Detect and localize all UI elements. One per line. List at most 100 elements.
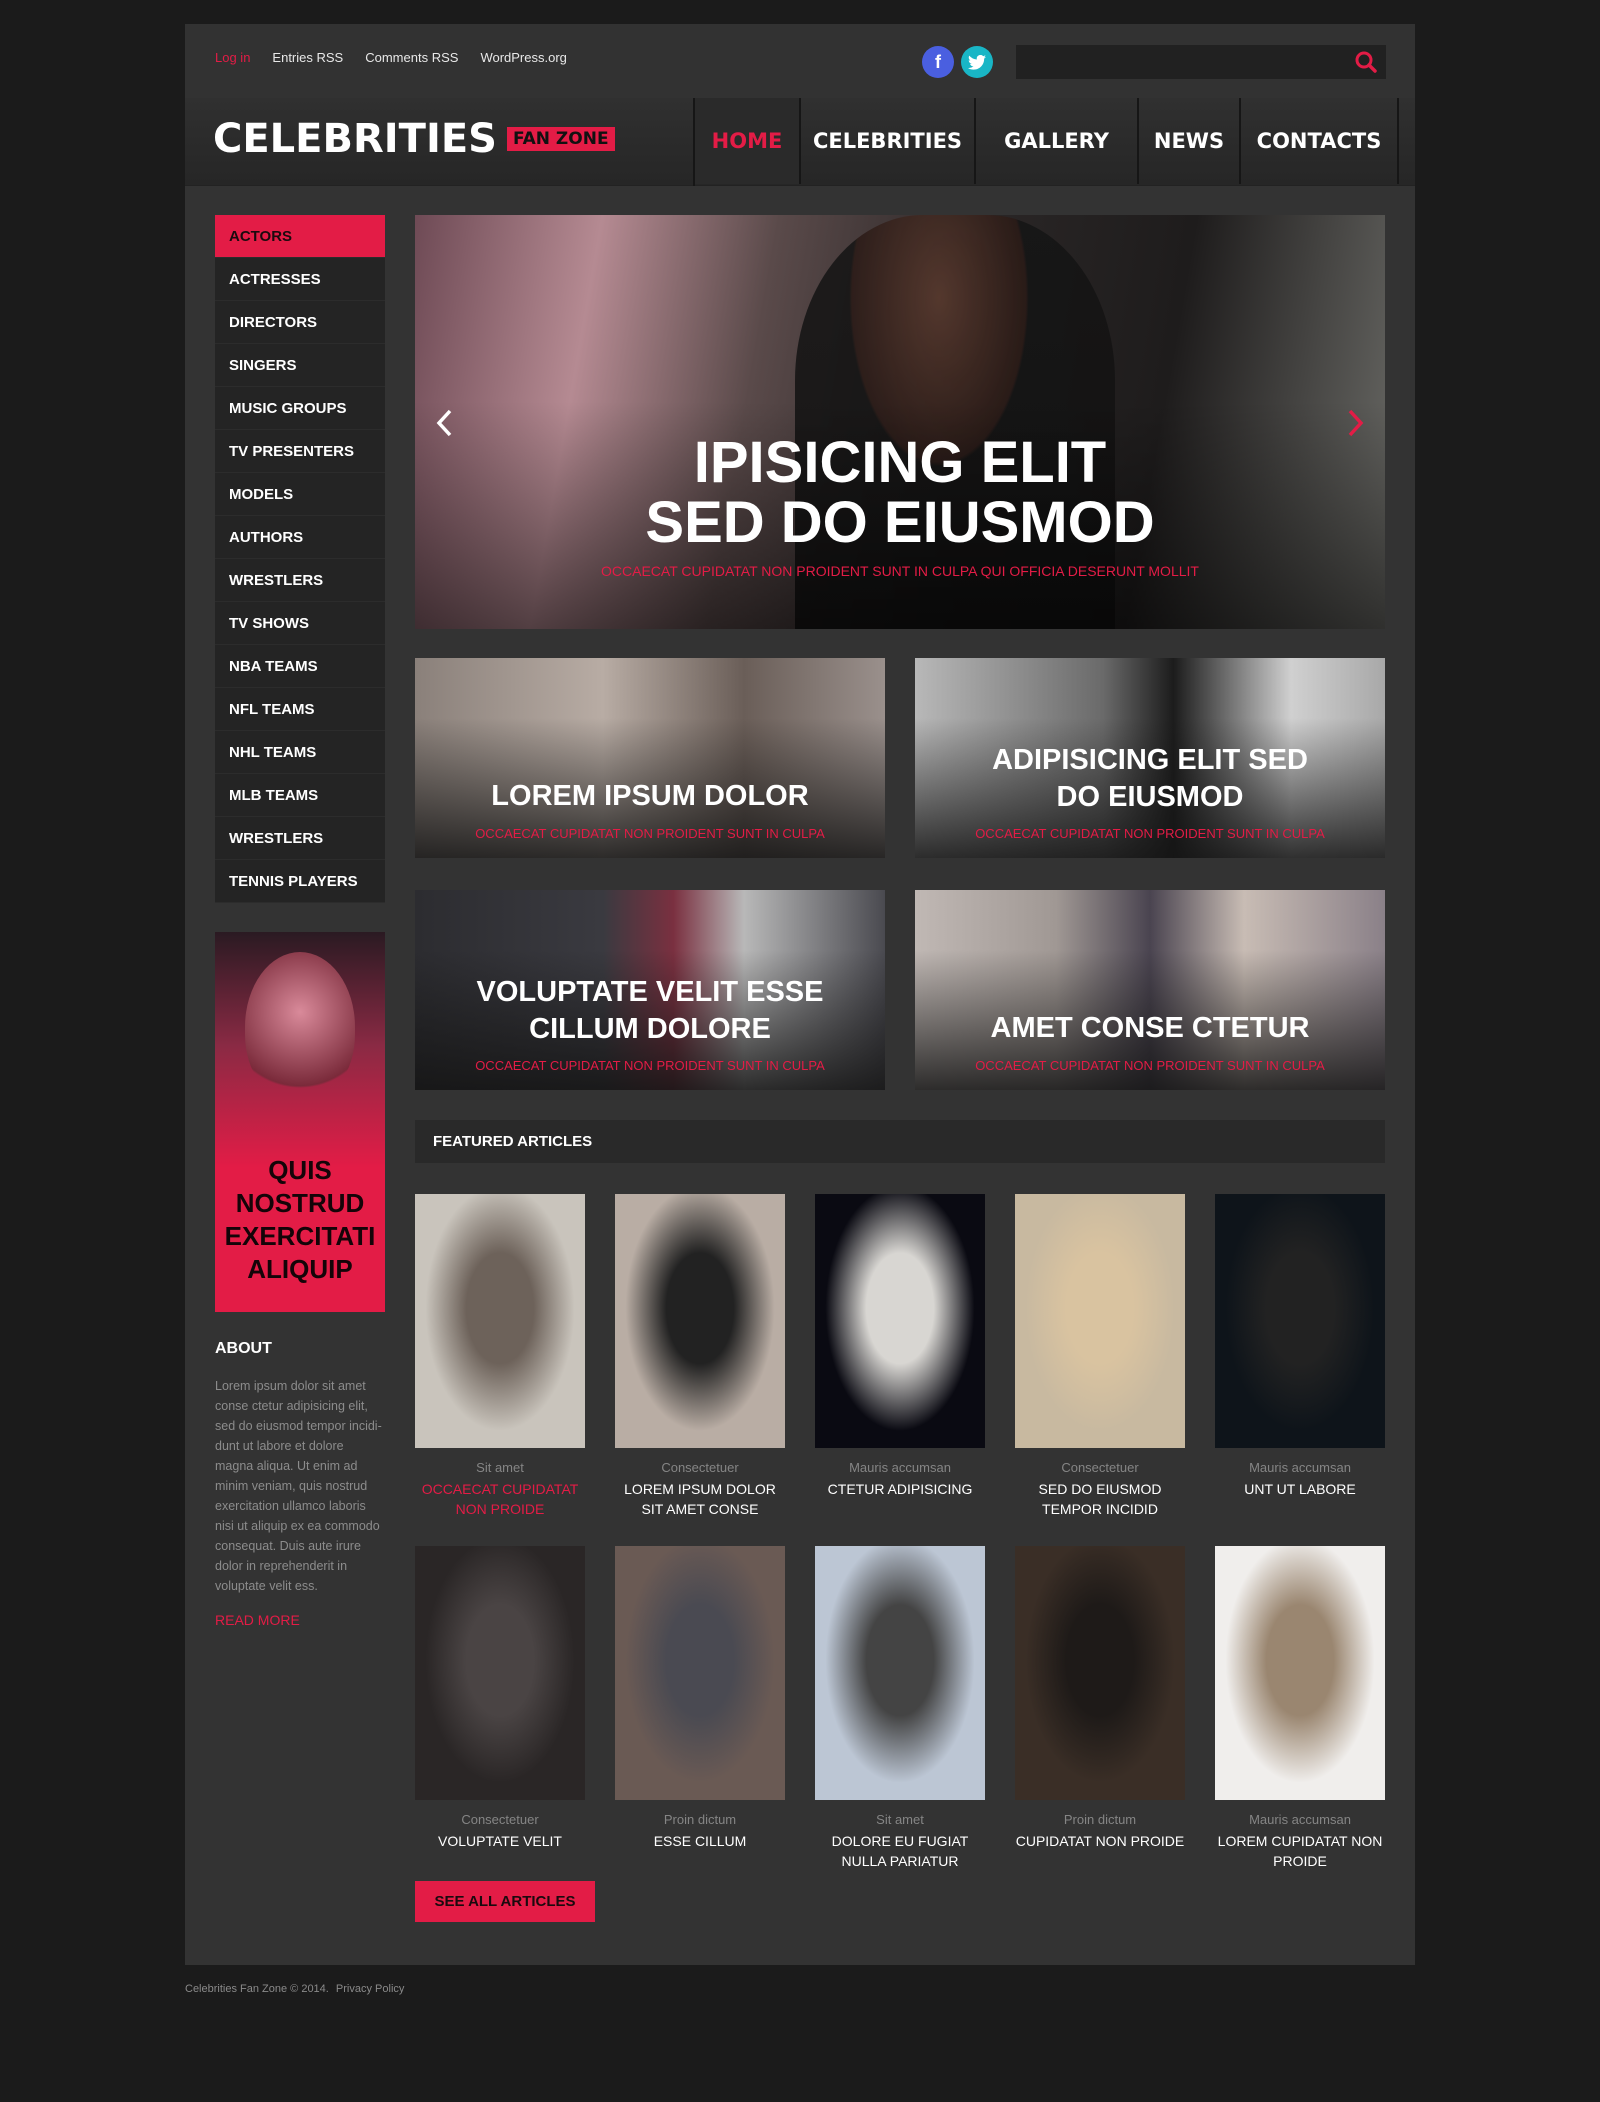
about-heading: ABOUT [215,1340,272,1357]
promo-tile[interactable]: AMET CONSE CTETUR OCCAECAT CUPIDATAT NON… [915,890,1385,1090]
article-meta: Proin dictum [1063,1812,1137,1827]
sidebar-item-directors[interactable]: DIRECTORS [215,301,385,344]
tile-title: ADIPISICING ELIT SED DO EIUSMOD [992,744,1308,813]
article-title[interactable]: VOLUPTATE VELIT [415,1831,585,1851]
search-icon[interactable] [1355,51,1377,73]
privacy-policy-link[interactable]: Privacy Policy [336,1983,404,1995]
article-title[interactable]: ESSE CILLUM [615,1831,785,1851]
about-text: Lorem ipsum dolor sit amet conse ctetur … [215,1379,382,1593]
slider-title-line1: IPISICING ELIT [693,430,1107,495]
sidebar-item-tv-presenters[interactable]: TV PRESENTERS [215,430,385,473]
sidebar-item-tennis-players[interactable]: TENNIS PLAYERS [215,860,385,903]
featured-heading-bar: FEATURED ARTICLES [415,1120,1385,1163]
category-sidebar: ACTORS ACTRESSES DIRECTORS SINGERS MUSIC… [215,215,385,903]
footer: Celebrities Fan Zone © 2014. Privacy Pol… [185,1983,404,1995]
sidebar-item-actresses[interactable]: ACTRESSES [215,258,385,301]
tile-title: LOREM IPSUM DOLOR [491,780,809,812]
main-nav: HOME CELEBRITIES GALLERY NEWS CONTACTS [693,98,1399,186]
see-all-articles-button[interactable]: SEE ALL ARTICLES [415,1881,595,1922]
article-image[interactable] [415,1546,585,1800]
sidebar-item-nhl-teams[interactable]: NHL TEAMS [215,731,385,774]
article-meta: Proin dictum [663,1812,737,1827]
article-meta: Mauris accumsan [849,1460,951,1475]
slider-subtitle: OCCAECAT CUPIDATAT NON PROIDENT SUNT IN … [601,563,1199,579]
facebook-icon[interactable]: f [922,46,954,78]
article-title[interactable]: DOLORE EU FUGIAT NULLA PARIATUR [815,1831,985,1871]
article-image[interactable] [615,1546,785,1800]
entries-rss-link[interactable]: Entries RSS [272,50,343,65]
article-title[interactable]: LOREM IPSUM DOLOR SIT AMET CONSE [615,1479,785,1519]
sidebar-item-wrestlers-2[interactable]: WRESTLERS [215,817,385,860]
article-title[interactable]: LOREM CUPIDATAT NON PROIDE [1215,1831,1385,1871]
article-title[interactable]: CTETUR ADIPISICING [815,1479,985,1499]
article-title[interactable]: SED DO EIUSMOD TEMPOR INCIDID [1015,1479,1185,1519]
article-meta: Consectetuer [1061,1460,1139,1475]
sidebar-item-wrestlers[interactable]: WRESTLERS [215,559,385,602]
promo-tile[interactable]: ADIPISICING ELIT SED DO EIUSMOD OCCAECAT … [915,658,1385,858]
article-card[interactable]: Consectetuer LOREM IPSUM DOLOR SIT AMET C… [615,1194,785,1519]
promo-image [245,952,355,1102]
sidebar-item-nba-teams[interactable]: NBA TEAMS [215,645,385,688]
sidebar-item-models[interactable]: MODELS [215,473,385,516]
article-card[interactable]: Proin dictum ESSE CILLUM [615,1546,785,1851]
logo-title: CELEBRITIES [213,116,497,162]
hero-slider: IPISICING ELIT SED DO EIUSMOD OCCAECAT C… [415,215,1385,629]
article-card[interactable]: Proin dictum CUPIDATAT NON PROIDE [1015,1546,1185,1851]
article-image[interactable] [1215,1546,1385,1800]
nav-news[interactable]: NEWS [1139,98,1241,184]
article-card[interactable]: Mauris accumsan UNT UT LABORE [1215,1194,1385,1499]
article-meta: Sit amet [876,1812,924,1827]
top-bar: Log in Entries RSS Comments RSS WordPres… [185,24,1415,98]
social-links: f [922,46,993,78]
sidebar-item-nfl-teams[interactable]: NFL TEAMS [215,688,385,731]
nav-contacts[interactable]: CONTACTS [1241,98,1399,184]
article-image[interactable] [1015,1194,1185,1448]
tile-subtitle: OCCAECAT CUPIDATAT NON PROIDENT SUNT IN … [975,826,1325,841]
article-meta: Sit amet [476,1460,524,1475]
article-title[interactable]: CUPIDATAT NON PROIDE [1015,1831,1185,1851]
page-container: Log in Entries RSS Comments RSS WordPres… [185,24,1415,1965]
article-card[interactable]: Consectetuer VOLUPTATE VELIT [415,1546,585,1851]
slider-title: IPISICING ELIT SED DO EIUSMOD [415,433,1385,553]
article-card[interactable]: Sit amet OCCAECAT CUPIDATAT NON PROIDE [415,1194,585,1519]
promo-tile[interactable]: LOREM IPSUM DOLOR OCCAECAT CUPIDATAT NON… [415,658,885,858]
article-card[interactable]: Mauris accumsan LOREM CUPIDATAT NON PROID… [1215,1546,1385,1871]
article-image[interactable] [1215,1194,1385,1448]
sidebar-item-singers[interactable]: SINGERS [215,344,385,387]
article-image[interactable] [815,1194,985,1448]
article-card[interactable]: Consectetuer SED DO EIUSMOD TEMPOR INCIDI… [1015,1194,1185,1519]
sidebar-item-music-groups[interactable]: MUSIC GROUPS [215,387,385,430]
login-link[interactable]: Log in [215,50,250,65]
twitter-icon[interactable] [961,46,993,78]
sidebar-item-tv-shows[interactable]: TV SHOWS [215,602,385,645]
footer-copyright: Celebrities Fan Zone © 2014. [185,1983,329,1995]
article-image[interactable] [415,1194,585,1448]
article-card[interactable]: Sit amet DOLORE EU FUGIAT NULLA PARIATUR [815,1546,985,1871]
article-card[interactable]: Mauris accumsan CTETUR ADIPISICING [815,1194,985,1499]
tile-subtitle: OCCAECAT CUPIDATAT NON PROIDENT SUNT IN … [975,1058,1325,1073]
article-title[interactable]: OCCAECAT CUPIDATAT NON PROIDE [415,1479,585,1519]
chevron-left-icon[interactable] [430,403,460,443]
comments-rss-link[interactable]: Comments RSS [365,50,458,65]
wordpress-link[interactable]: WordPress.org [480,50,566,65]
article-meta: Consectetuer [661,1460,739,1475]
article-title[interactable]: UNT UT LABORE [1215,1479,1385,1499]
article-meta: Mauris accumsan [1249,1460,1351,1475]
read-more-link[interactable]: READ MORE [215,1612,300,1628]
chevron-right-icon[interactable] [1340,403,1370,443]
tile-title: AMET CONSE CTETUR [990,1012,1310,1044]
nav-celebrities[interactable]: CELEBRITIES [801,98,976,184]
sidebar-item-mlb-teams[interactable]: MLB TEAMS [215,774,385,817]
article-image[interactable] [615,1194,785,1448]
article-image[interactable] [1015,1546,1185,1800]
article-image[interactable] [815,1546,985,1800]
header-nav-bar: CELEBRITIES FAN ZONE HOME CELEBRITIES GA… [185,98,1415,186]
promo-tile[interactable]: VOLUPTATE VELIT ESSE CILLUM DOLORE OCCAEC… [415,890,885,1090]
search-input[interactable] [1016,45,1386,79]
nav-home[interactable]: HOME [695,98,801,184]
promo-banner[interactable]: QUIS NOSTRUD EXERCITATI ALIQUIP [215,932,385,1312]
logo[interactable]: CELEBRITIES FAN ZONE [213,116,615,162]
sidebar-item-actors[interactable]: ACTORS [215,215,385,258]
nav-gallery[interactable]: GALLERY [976,98,1139,184]
sidebar-item-authors[interactable]: AUTHORS [215,516,385,559]
